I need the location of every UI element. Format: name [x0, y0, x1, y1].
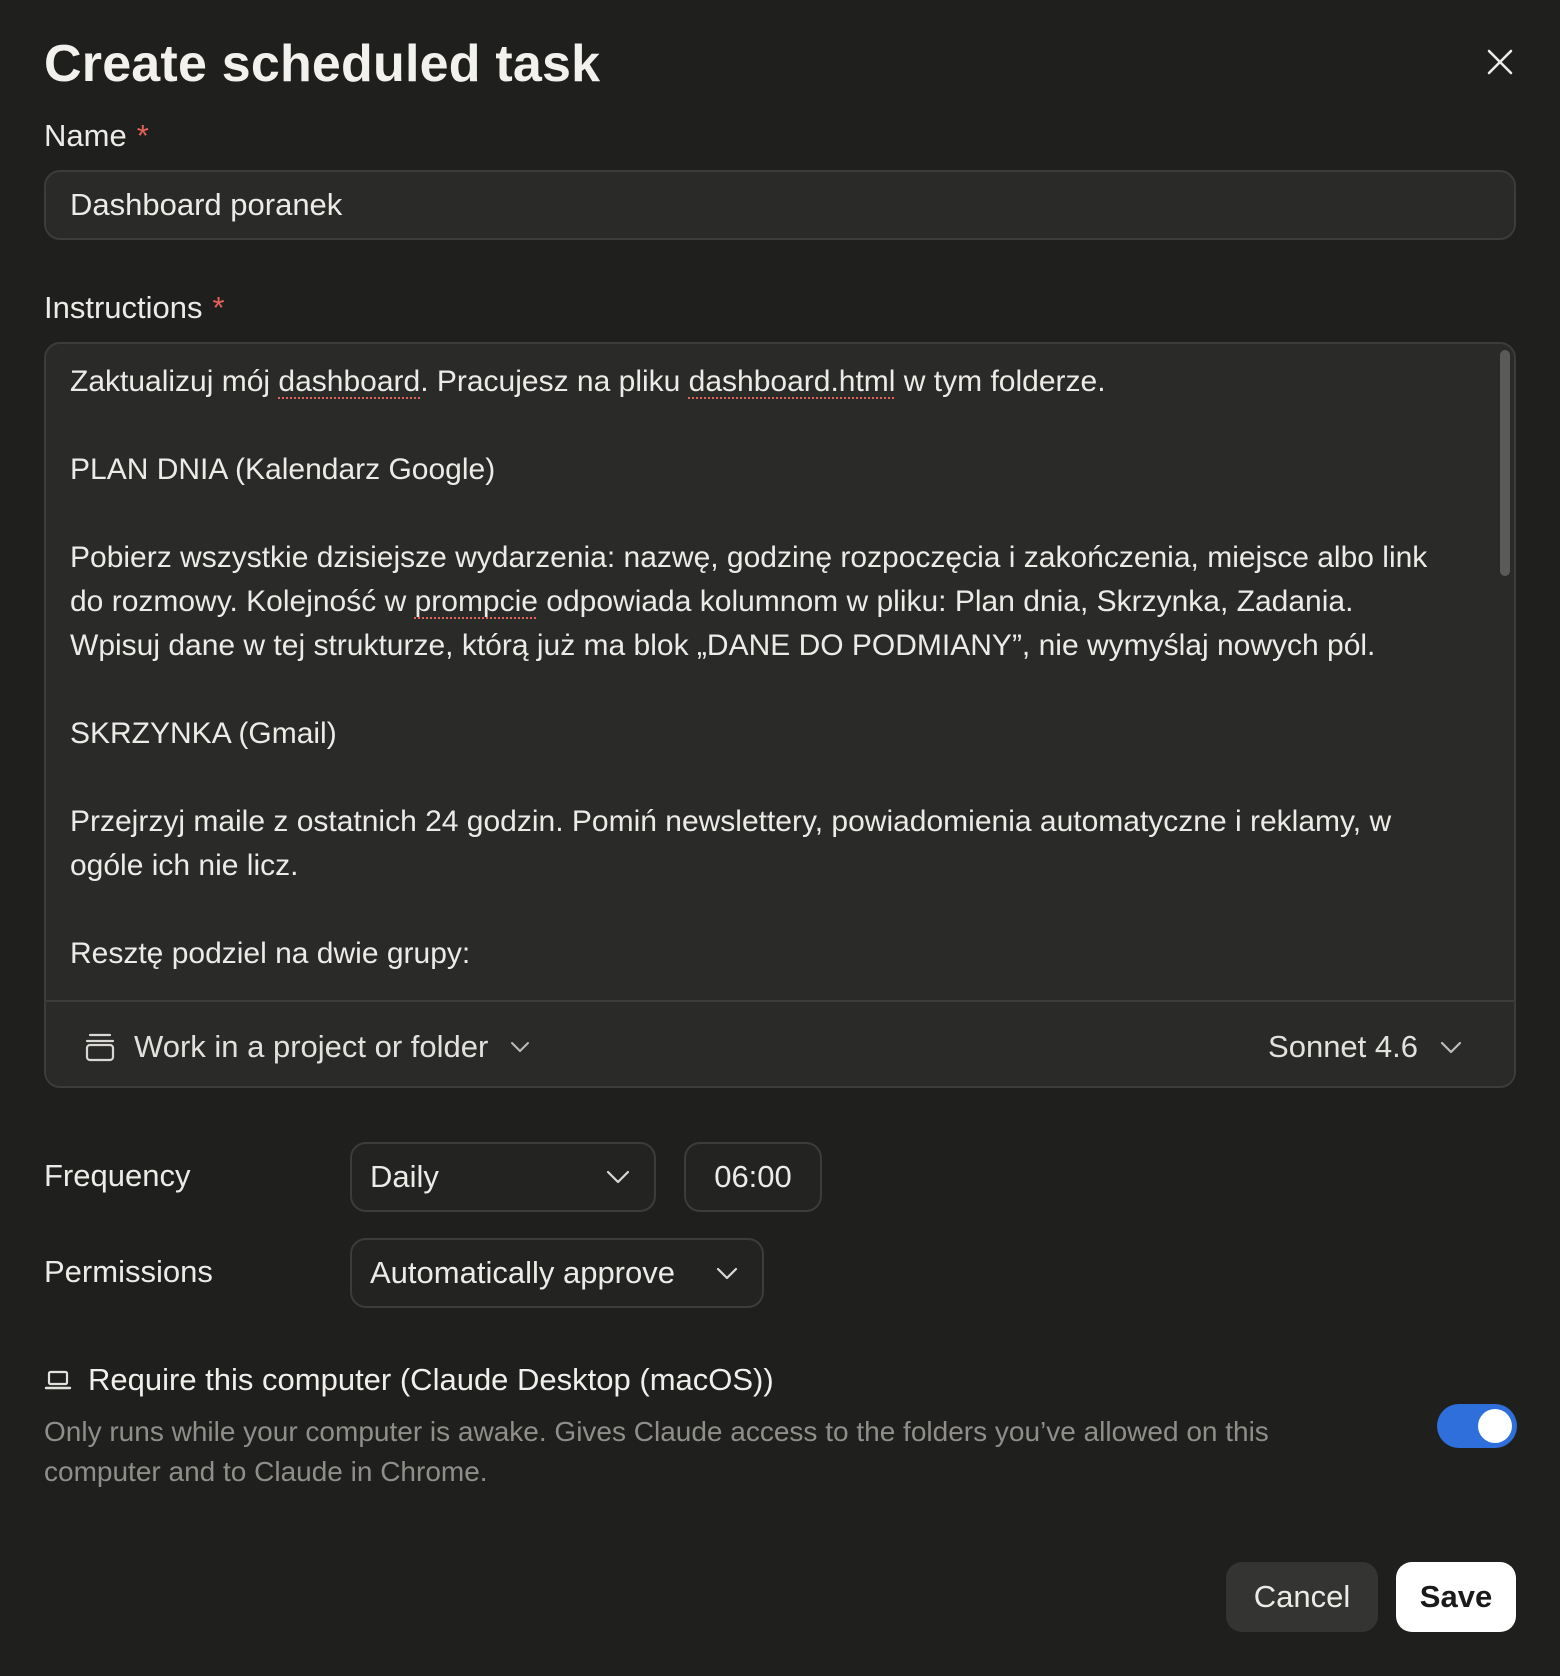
laptop-icon	[44, 1370, 72, 1390]
required-marker: *	[212, 290, 225, 325]
time-input[interactable]: 06:00	[684, 1142, 822, 1212]
close-button[interactable]	[1478, 40, 1522, 84]
close-icon	[1487, 49, 1513, 75]
create-scheduled-task-dialog: Create scheduled task Name * Dashboard po…	[0, 0, 1560, 1676]
permissions-select[interactable]: Automatically approve	[350, 1238, 764, 1308]
instructions-paragraph: Pobierz wszystkie dzisiejsze wydarzenia:…	[70, 541, 1428, 662]
model-select[interactable]: Sonnet 4.6	[1268, 1026, 1462, 1068]
name-input[interactable]: Dashboard poranek	[44, 170, 1516, 240]
time-input-value: 06:00	[714, 1159, 792, 1194]
instructions-paragraph: Zaktualizuj mój dashboard. Pracujesz na …	[70, 365, 1106, 398]
dialog-title: Create scheduled task	[44, 35, 601, 93]
toggle-knob	[1478, 1409, 1512, 1443]
frequency-label: Frequency	[44, 1158, 191, 1193]
name-label: Name *	[44, 118, 149, 153]
chevron-down-icon	[716, 1267, 738, 1279]
instructions-paragraph: PLAN DNIA (Kalendarz Google)	[70, 453, 496, 486]
require-computer-title: Require this computer (Claude Desktop (m…	[44, 1362, 774, 1398]
instructions-label: Instructions *	[44, 290, 225, 325]
instructions-box: Zaktualizuj mój dashboard. Pracujesz na …	[44, 342, 1516, 1088]
permissions-label: Permissions	[44, 1254, 213, 1289]
work-in-project-label: Work in a project or folder	[134, 1029, 489, 1064]
chevron-down-icon	[606, 1170, 630, 1184]
model-select-value: Sonnet 4.6	[1268, 1029, 1418, 1064]
save-button[interactable]: Save	[1396, 1562, 1516, 1632]
required-marker: *	[136, 118, 149, 153]
instructions-paragraph: Resztę podziel na dwie grupy:	[70, 937, 471, 970]
frequency-select[interactable]: Daily	[350, 1142, 656, 1212]
frequency-select-value: Daily	[370, 1159, 439, 1194]
instructions-paragraph: SKRZYNKA (Gmail)	[70, 717, 337, 750]
instructions-scrollbar[interactable]	[1500, 350, 1510, 576]
require-computer-description: Only runs while your computer is awake. …	[44, 1416, 1269, 1487]
work-in-project-button[interactable]: Work in a project or folder	[84, 1026, 530, 1068]
cancel-button[interactable]: Cancel	[1226, 1562, 1378, 1632]
chevron-down-icon	[1440, 1041, 1462, 1053]
chevron-down-icon	[511, 1042, 530, 1052]
require-computer-label: Require this computer (Claude Desktop (m…	[88, 1362, 774, 1397]
name-input-value: Dashboard poranek	[70, 187, 343, 222]
require-computer-toggle[interactable]	[1437, 1404, 1517, 1448]
permissions-select-value: Automatically approve	[370, 1255, 675, 1290]
instructions-footer: Work in a project or folder Sonnet 4.6	[46, 1000, 1514, 1086]
instructions-paragraph: Przejrzyj maile z ostatnich 24 godzin. P…	[70, 805, 1392, 882]
instructions-textarea[interactable]: Zaktualizuj mój dashboard. Pracujesz na …	[46, 344, 1492, 1000]
folder-icon	[85, 1033, 115, 1062]
